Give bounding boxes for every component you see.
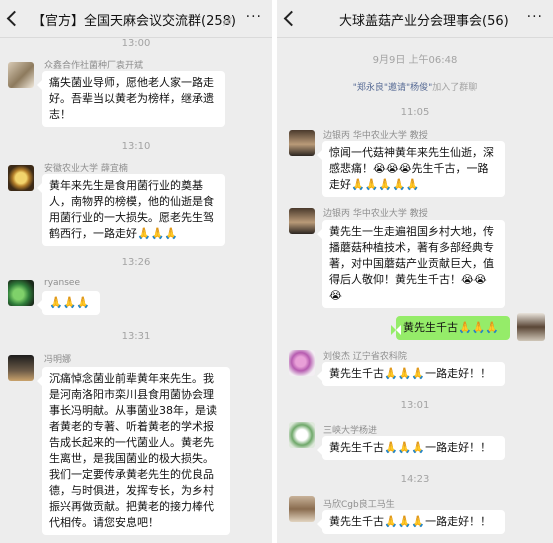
system-message-action: 加入了群聊 [432, 83, 478, 93]
chat-header: 【官方】全国天麻会议交流群(258) ··· [0, 0, 272, 38]
message-bubble[interactable]: 黄年来先生是食用菌行业的奠基人，南物界的榜模，他的仙逝是食用菌行业的一大损失。愿… [37, 174, 225, 246]
message-text: 沉痛悼念菌业前辈黄年来先生。我是河南洛阳市栾川县食用菌协会理事长冯明献。从事菌业… [49, 372, 217, 529]
sender-name: 三峡大学杨进 [323, 426, 378, 436]
message-bubble[interactable]: 沉痛悼念菌业前辈黄年来先生。我是河南洛阳市栾川县食用菌协会理事长冯明献。从事菌业… [37, 367, 230, 535]
message-bubble[interactable]: 黄先生千古🙏🙏🙏一路走好！！ [317, 436, 505, 460]
left-chat-window: 【官方】全国天麻会议交流群(258) ··· 13:00 众鑫合作社菌种厂袁开斌… [0, 0, 272, 543]
message-bubble[interactable]: 黄先生一生走遍祖国乡村大地，传播蘑菇种植技术，著有多部经典专著，对中国蘑菇产业贡… [317, 220, 505, 308]
sender-name: 边银丙 华中农业大学 教授 [323, 209, 428, 219]
chat-title: 【官方】全国天麻会议交流群(258) [32, 14, 236, 29]
message-text: 🙏🙏🙏 [49, 296, 91, 309]
avatar[interactable] [289, 208, 315, 234]
sender-name: ryansee [44, 278, 81, 288]
more-icon[interactable]: ··· [246, 9, 262, 25]
my-message-bubble[interactable]: 黄先生千古🙏🙏🙏 [391, 316, 510, 340]
sender-name: 冯明娜 [44, 355, 72, 365]
avatar[interactable] [8, 355, 34, 381]
timestamp: 13:31 [121, 331, 151, 342]
chat-title: 大球盖菇产业分会理事会(56) [339, 14, 509, 29]
message-text: 黄先生千古🙏🙏🙏 [403, 321, 500, 334]
sender-name: 众鑫合作社菌种厂袁开斌 [44, 61, 144, 71]
timestamp: 13:10 [121, 141, 151, 152]
message-text: 黄先生千古🙏🙏🙏一路走好！！ [329, 515, 492, 528]
right-chat-window: 大球盖菇产业分会理事会(56) ··· 9月9日 上午06:48 "郑永良"邀请… [277, 0, 553, 543]
avatar[interactable] [289, 496, 315, 522]
avatar[interactable] [8, 165, 34, 191]
message-text: 黄先生一生走遍祖国乡村大地，传播蘑菇种植技术，著有多部经典专著，对中国蘑菇产业贡… [329, 225, 494, 302]
system-message: "郑永良"邀请"杨俊"加入了群聊 [277, 80, 553, 93]
message-bubble[interactable]: 黄先生千古🙏🙏🙏一路走好！！ [317, 362, 505, 386]
message-text: 黄先生千古🙏🙏🙏一路走好！！ [329, 441, 492, 454]
timestamp: 13:00 [121, 38, 151, 49]
message-bubble[interactable]: 惊闻一代菇神黄年来先生仙逝，深感悲痛！😭😭😭先生千古，一路走好🙏🙏🙏🙏🙏 [317, 141, 505, 197]
more-icon[interactable]: ··· [527, 9, 543, 25]
avatar[interactable] [8, 280, 34, 306]
system-message-names[interactable]: "郑永良"邀请"杨俊" [353, 83, 433, 93]
timestamp: 9月9日 上午06:48 [372, 55, 458, 66]
message-bubble[interactable]: 黄先生千古🙏🙏🙏一路走好！！ [317, 510, 505, 534]
avatar[interactable] [289, 130, 315, 156]
avatar[interactable] [8, 62, 34, 88]
avatar[interactable] [289, 350, 315, 376]
sender-name: 马欣Cgb良工马生 [323, 500, 395, 510]
chat-header: 大球盖菇产业分会理事会(56) ··· [277, 0, 553, 38]
sender-name: 边银丙 华中农业大学 教授 [323, 131, 428, 141]
sender-name: 刘俊杰 辽宁省农科院 [323, 352, 407, 362]
my-avatar[interactable] [517, 313, 545, 341]
message-bubble[interactable]: 痛失菌业导师，愿他老人家一路走好。吾辈当以黄老为榜样，继承遗志！ [37, 71, 225, 127]
timestamp: 14:23 [400, 474, 430, 485]
timestamp: 11:05 [400, 107, 430, 118]
message-text: 痛失菌业导师，愿他老人家一路走好。吾辈当以黄老为榜样，继承遗志！ [49, 76, 214, 121]
avatar[interactable] [289, 422, 315, 448]
back-arrow-icon[interactable] [6, 10, 23, 27]
message-bubble[interactable]: 🙏🙏🙏 [37, 291, 100, 315]
mute-bell-icon [223, 17, 232, 26]
timestamp: 13:01 [400, 400, 430, 411]
sender-name: 安徽农业大学 薛宜楠 [44, 164, 128, 174]
message-text: 黄年来先生是食用菌行业的奠基人，南物界的榜模，他的仙逝是食用菌行业的一大损失。愿… [49, 179, 214, 240]
message-text: 惊闻一代菇神黄年来先生仙逝，深感悲痛！😭😭😭先生千古，一路走好🙏🙏🙏🙏🙏 [329, 146, 494, 191]
message-text: 黄先生千古🙏🙏🙏一路走好！！ [329, 367, 492, 380]
back-arrow-icon[interactable] [283, 10, 300, 27]
timestamp: 13:26 [121, 257, 151, 268]
